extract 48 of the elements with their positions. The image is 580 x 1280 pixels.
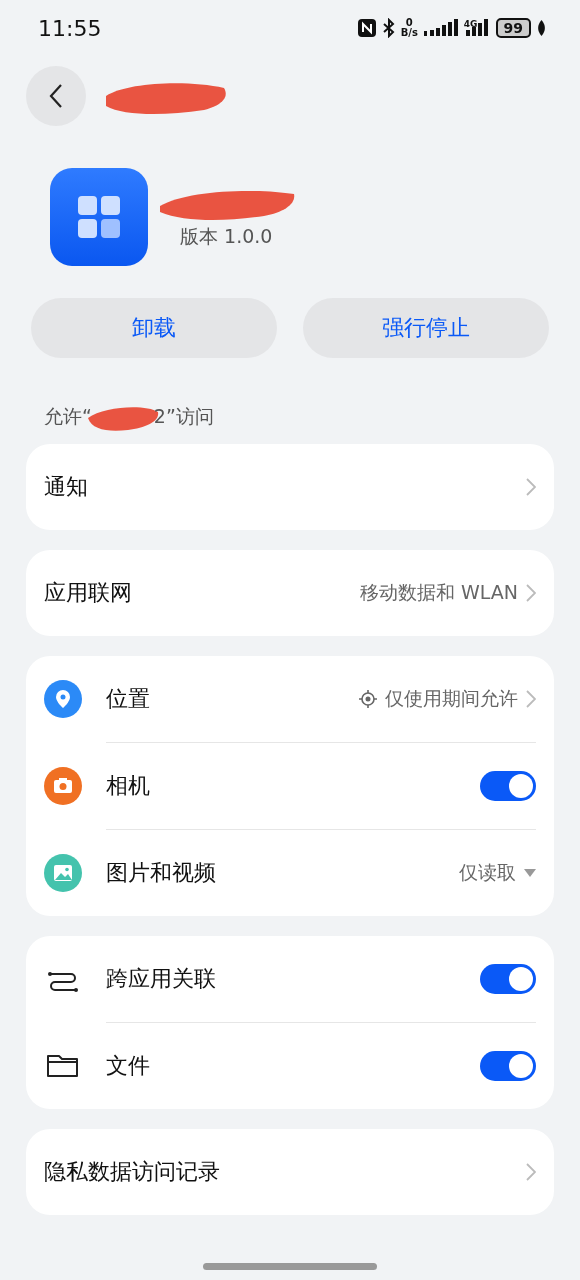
setting-label: 跨应用关联 xyxy=(106,965,217,993)
target-icon xyxy=(359,690,377,708)
setting-value: 仅读取 xyxy=(459,860,516,885)
app-icon xyxy=(50,168,148,266)
nfc-icon xyxy=(356,18,377,38)
action-button[interactable]: 卸载 xyxy=(31,298,277,358)
battery-indicator: 99 xyxy=(495,18,531,38)
chevron-right-icon xyxy=(526,478,536,496)
toggle-switch[interactable] xyxy=(480,964,536,994)
action-button[interactable]: 强行停止 xyxy=(303,298,549,358)
settings-row[interactable]: 应用联网 移动数据和 WLAN xyxy=(44,550,536,636)
network-type: 4G xyxy=(463,19,478,29)
toggle-switch[interactable] xyxy=(480,771,536,801)
net-speed-unit: B/s xyxy=(400,28,418,38)
location-pin-icon xyxy=(44,680,82,718)
settings-row[interactable]: 图片和视频 仅读取 xyxy=(106,829,536,916)
setting-label: 相机 xyxy=(106,772,151,800)
net-speed-value: 0 xyxy=(405,18,413,28)
chevron-right-icon xyxy=(526,1163,536,1181)
signal-icon xyxy=(423,19,458,37)
section-label: 允许“ xyxy=(44,404,92,429)
toggle-switch[interactable] xyxy=(480,1051,536,1081)
settings-row[interactable]: 位置 仅使用期间允许 xyxy=(44,656,536,742)
setting-label: 应用联网 xyxy=(44,579,133,607)
back-icon xyxy=(49,83,63,109)
setting-label: 位置 xyxy=(106,685,151,713)
chevron-right-icon xyxy=(526,584,536,602)
picture-icon xyxy=(44,854,82,892)
bluetooth-icon xyxy=(382,18,395,38)
section-label: 2”访问 xyxy=(153,404,214,429)
settings-row[interactable]: 跨应用关联 xyxy=(44,936,536,1022)
app-version: 版本 1.0.0 xyxy=(179,224,274,249)
setting-label: 通知 xyxy=(44,473,89,501)
signal-icon xyxy=(465,19,490,37)
leaf-icon xyxy=(537,20,546,36)
status-time: 11:55 xyxy=(38,15,102,41)
settings-row[interactable]: 通知 xyxy=(44,444,536,530)
chevron-right-icon xyxy=(526,690,536,708)
camera-icon xyxy=(44,767,82,805)
settings-row[interactable]: 相机 xyxy=(106,742,536,829)
setting-label: 隐私数据访问记录 xyxy=(44,1158,221,1186)
setting-label: 图片和视频 xyxy=(106,859,217,887)
setting-value: 仅使用期间允许 xyxy=(385,686,518,711)
settings-row[interactable]: 隐私数据访问记录 xyxy=(44,1129,536,1215)
dropdown-triangle-icon xyxy=(524,869,536,877)
setting-value: 移动数据和 WLAN xyxy=(359,580,518,605)
setting-label: 文件 xyxy=(106,1052,151,1080)
settings-row[interactable]: 文件 xyxy=(106,1022,536,1109)
